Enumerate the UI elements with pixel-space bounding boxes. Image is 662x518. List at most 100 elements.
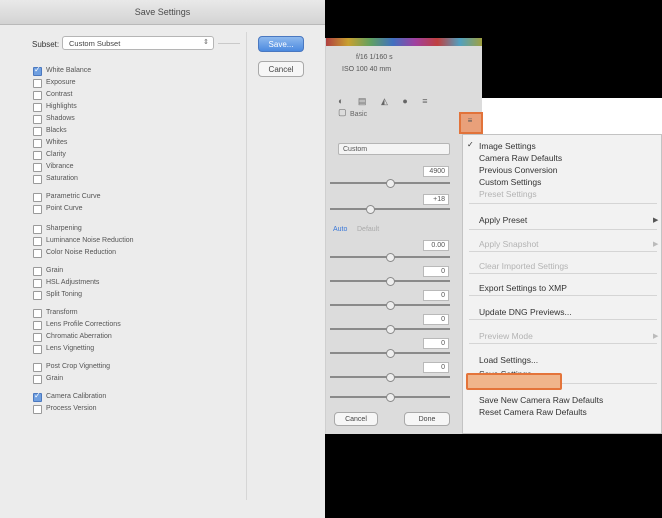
menu-item-custom-settings[interactable]: Custom Settings (479, 177, 541, 188)
menu-item-load-settings[interactable]: Load Settings... (479, 355, 538, 366)
menu-item-apply-snapshot: Apply Snapshot (479, 239, 539, 249)
checkbox[interactable] (33, 205, 42, 214)
checkbox-label: Contrast (46, 91, 73, 98)
checkbox[interactable] (33, 79, 42, 88)
checkbox[interactable] (33, 321, 42, 330)
checkbox[interactable] (33, 333, 42, 342)
checkbox-label: Point Curve (46, 205, 83, 212)
menu-separator (469, 273, 657, 274)
checkbox[interactable] (33, 139, 42, 148)
checkbox[interactable] (33, 309, 42, 318)
checkbox-label: Lens Profile Corrections (46, 321, 121, 328)
temperature-slider[interactable] (330, 179, 450, 188)
checkbox-label: Camera Calibration (46, 393, 107, 400)
menu-item-image-settings[interactable]: Image Settings (479, 141, 536, 152)
checkbox[interactable] (33, 193, 42, 202)
checkbox[interactable] (33, 91, 42, 100)
exposure-value[interactable]: 0.00 (423, 240, 449, 251)
checkbox-checked[interactable] (33, 65, 42, 76)
save-button[interactable]: Save... (258, 36, 304, 52)
submenu-arrow-icon: ▶ (653, 241, 659, 248)
menu-separator (469, 343, 657, 344)
exposure-slider[interactable] (330, 253, 450, 262)
checkbox[interactable] (33, 237, 42, 246)
auto-link[interactable]: Auto (333, 226, 347, 233)
checkbox-label: Transform (46, 309, 78, 316)
menu-item-save-new-camera-raw-defaults[interactable]: Save New Camera Raw Defaults (479, 395, 603, 406)
checkbox-label: Blacks (46, 127, 67, 134)
menu-separator (469, 295, 657, 296)
submenu-arrow-icon: ▶ (653, 333, 659, 340)
checkbox[interactable] (33, 115, 42, 124)
checkbox[interactable] (33, 375, 42, 384)
checkbox[interactable] (33, 279, 42, 288)
checkbox[interactable] (33, 163, 42, 172)
contrast-value[interactable]: 0 (423, 266, 449, 277)
menu-separator (469, 203, 657, 204)
tint-value[interactable]: +18 (423, 194, 449, 205)
checkmark-icon: ✓ (467, 140, 474, 149)
menu-icon: ≡ (467, 116, 473, 125)
menu-item-previous-conversion[interactable]: Previous Conversion (479, 165, 557, 176)
checkbox[interactable] (33, 405, 42, 414)
raw-done-button[interactable]: Done (404, 412, 450, 426)
menu-separator (469, 319, 657, 320)
save-settings-dialog: Save Settings Subset: Custom Subset ⇕ Sa… (0, 0, 326, 518)
default-link[interactable]: Default (357, 226, 379, 233)
tint-slider[interactable] (330, 205, 450, 214)
checkbox[interactable] (33, 345, 42, 354)
checkbox[interactable] (33, 291, 42, 300)
whites-slider[interactable] (330, 349, 450, 358)
checkbox-label: White Balance (46, 67, 92, 74)
checkbox[interactable] (33, 363, 42, 372)
checkbox-checked[interactable] (33, 391, 42, 402)
white-balance-dropdown[interactable]: Custom (338, 143, 450, 155)
checkbox[interactable] (33, 127, 42, 136)
menu-item-update-dng-previews[interactable]: Update DNG Previews... (479, 307, 572, 318)
checkbox-label: Vibrance (46, 163, 74, 170)
highlights-value[interactable]: 0 (423, 290, 449, 301)
camera-info-iso: ISO 100 40 mm (342, 66, 392, 73)
image-preview-background (325, 0, 662, 38)
checkbox-label: Luminance Noise Reduction (46, 237, 134, 244)
temperature-value[interactable]: 4900 (423, 166, 449, 177)
checkbox-label: Color Noise Reduction (46, 249, 117, 256)
checkbox-label: Whites (46, 139, 68, 146)
checkbox[interactable] (33, 151, 42, 160)
menu-item-preset-settings: Preset Settings (479, 189, 537, 199)
checkbox-label: Sharpening (46, 225, 82, 232)
shadows-value[interactable]: 0 (423, 314, 449, 325)
checkbox[interactable] (33, 225, 42, 234)
checkbox-label: Saturation (46, 175, 78, 182)
menu-item-reset-camera-raw-defaults[interactable]: Reset Camera Raw Defaults (479, 407, 587, 418)
checkbox[interactable] (33, 267, 42, 276)
checkbox-label: Lens Vignetting (46, 345, 95, 352)
contrast-slider[interactable] (330, 277, 450, 286)
histogram (326, 38, 482, 46)
checkbox-label: Grain (46, 375, 64, 382)
camera-info-exposure: f/16 1/160 s (356, 54, 393, 61)
checkbox[interactable] (33, 249, 42, 258)
divider (246, 32, 247, 500)
menu-item-clear-imported-settings: Clear Imported Settings (479, 261, 569, 271)
whites-value[interactable]: 0 (423, 338, 449, 349)
menu-item-apply-preset[interactable]: Apply Preset (479, 215, 527, 226)
blacks-value[interactable]: 0 (423, 362, 449, 373)
clarity-slider[interactable] (330, 393, 450, 402)
checkbox-label: Post Crop Vignetting (46, 363, 111, 370)
checkbox-label: Highlights (46, 103, 77, 110)
menu-item-export-settings-to-xmp[interactable]: Export Settings to XMP (479, 283, 567, 294)
checkbox[interactable] (33, 103, 42, 112)
menu-separator (469, 251, 657, 252)
cancel-button[interactable]: Cancel (258, 61, 304, 77)
checkbox-label: Split Toning (46, 291, 83, 298)
menu-item-camera-raw-defaults[interactable]: Camera Raw Defaults (479, 153, 562, 164)
raw-cancel-button[interactable]: Cancel (334, 412, 378, 426)
subset-dropdown[interactable]: Custom Subset (62, 36, 214, 50)
panel-tabs-icons[interactable]: ◐ ▤ ◭ ● ≡ ▢ (338, 96, 448, 117)
shadows-slider[interactable] (330, 325, 450, 334)
highlights-slider[interactable] (330, 301, 450, 310)
checkbox[interactable] (33, 175, 42, 184)
checkbox-label: Parametric Curve (46, 193, 101, 200)
blacks-slider[interactable] (330, 373, 450, 382)
